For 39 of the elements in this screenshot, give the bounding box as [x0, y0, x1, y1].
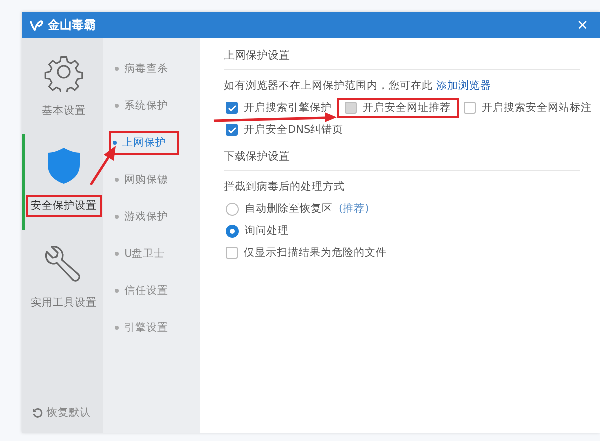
- close-button[interactable]: ×: [573, 15, 592, 35]
- restore-defaults-button[interactable]: 恢复默认: [22, 405, 103, 421]
- option-label: 自动删除至恢复区: [245, 202, 333, 216]
- option-label: 仅显示扫描结果为危险的文件: [244, 246, 387, 260]
- category-label: 基本设置: [40, 104, 87, 119]
- category-item[interactable]: 基本设置: [22, 38, 103, 134]
- annotation-arrow: [90, 146, 116, 186]
- subnav-item[interactable]: 游戏保护: [112, 204, 175, 228]
- subnav-item[interactable]: 信任设置: [112, 278, 175, 302]
- category-label: 实用工具设置: [30, 296, 98, 311]
- subnav-item[interactable]: U盘卫士: [112, 242, 172, 266]
- subnav-item[interactable]: 引擎设置: [112, 316, 175, 340]
- add-browser-link[interactable]: 添加浏览器: [436, 80, 492, 92]
- subnav-item[interactable]: 上网保护: [108, 130, 179, 154]
- option-label: 开启安全网址推荐: [363, 101, 451, 115]
- option-label: 开启搜索引擎保护: [244, 101, 332, 115]
- checkbox[interactable]: [226, 124, 238, 136]
- recommended-note: (推荐): [339, 202, 370, 216]
- logo-icon: [30, 19, 44, 31]
- checkbox[interactable]: [226, 102, 238, 114]
- section-title: 下载保护设置: [224, 145, 580, 171]
- section-description: 如有浏览器不在上网保护范围内，您可在此 添加浏览器: [224, 79, 492, 93]
- subnav-item[interactable]: 病毒查杀: [112, 56, 175, 80]
- radio-button[interactable]: [226, 202, 239, 216]
- category-item[interactable]: 实用工具设置: [22, 230, 103, 326]
- section-title: 上网保护设置: [224, 44, 580, 70]
- checkbox[interactable]: [464, 102, 476, 114]
- category-label: 安全保护设置: [26, 195, 102, 217]
- subnav-item[interactable]: 系统保护: [112, 94, 175, 118]
- subnav-item[interactable]: 网购保镖: [112, 168, 175, 192]
- option-label: 询问处理: [245, 224, 289, 238]
- radio-button[interactable]: [226, 224, 239, 238]
- checkbox[interactable]: [226, 247, 238, 259]
- section-description: 拦截到病毒后的处理方式: [224, 180, 346, 194]
- option-label: 开启搜索安全网站标注: [482, 101, 592, 115]
- shield-icon: [46, 147, 81, 185]
- window-title: 金山毒霸: [48, 16, 96, 34]
- refresh-icon: [32, 407, 44, 419]
- option-label: 开启安全DNS纠错页: [244, 123, 344, 137]
